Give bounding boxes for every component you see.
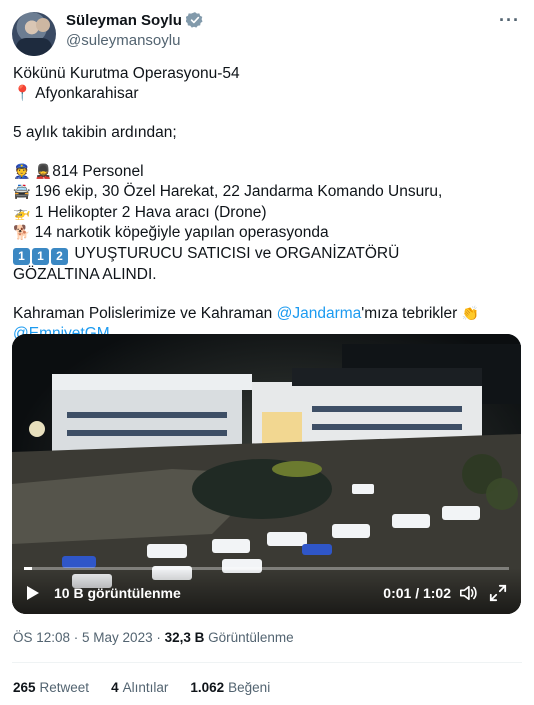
video-views: 10 B görüntülenme <box>54 585 181 601</box>
aircraft-text: 1 Helikopter 2 Hava aracı (Drone) <box>34 203 267 221</box>
clapping-hands-icon: 👏 <box>461 305 480 322</box>
likes-count: 1.062 <box>190 680 225 695</box>
police-car-icon: 🚔 <box>13 184 31 200</box>
author-name-row: Süleyman Soylu <box>66 11 204 29</box>
volume-icon[interactable] <box>459 584 477 602</box>
avatar[interactable] <box>12 12 56 56</box>
fullscreen-icon[interactable] <box>489 584 507 602</box>
mention-jandarma[interactable]: @Jandarma <box>277 305 362 322</box>
tweet-stats: 265 Retweet 4 Alıntılar 1.062 Beğeni <box>13 680 270 695</box>
result-text: UYUŞTURUCU SATICISI ve ORGANİZATÖRÜ <box>74 244 400 262</box>
video-progress-bar[interactable] <box>24 567 509 570</box>
author-display-name[interactable]: Süleyman Soylu <box>66 12 182 29</box>
tweet: Süleyman Soylu @suleymansoylu ··· Kökünü… <box>0 0 534 705</box>
teams-text: 196 ekip, 30 Özel Harekat, 22 Jandarma K… <box>34 183 443 200</box>
tweet-meta: ÖS 12:08 · 5 May 2023 · 32,3 B Görüntüle… <box>13 630 294 645</box>
tweet-line-location: 📍 Afyonkarahisar <box>13 84 523 104</box>
tweet-views-label: Görüntülenme <box>204 630 294 645</box>
verified-badge-icon <box>185 12 203 28</box>
tweet-timestamp[interactable]: ÖS 12:08 · 5 May 2023 · <box>13 630 165 645</box>
location-text: Afyonkarahisar <box>35 84 139 102</box>
police-officer-icon: 👮 <box>13 163 31 180</box>
tweet-line-aircraft: 🚁 1 Helikopter 2 Hava aracı (Drone) <box>13 203 523 224</box>
author-handle[interactable]: @suleymansoylu <box>66 32 180 49</box>
tweet-line-result: 112 UYUŞTURUCU SATICISI ve ORGANİZATÖRÜ <box>13 244 523 265</box>
play-icon[interactable] <box>26 585 40 601</box>
retweets-stat[interactable]: 265 Retweet <box>13 680 89 695</box>
service-dog-icon: 🐕 <box>13 225 31 241</box>
video-player[interactable]: 10 B görüntülenme 0:01 / 1:02 <box>12 334 521 614</box>
likes-label: Beğeni <box>228 680 271 695</box>
quotes-label: Alıntılar <box>122 680 169 695</box>
guard-icon: 💂 <box>34 163 53 180</box>
keycap-icon: 2 <box>51 247 68 265</box>
personnel-text: 814 Personel <box>52 162 144 180</box>
location-pin-icon: 📍 <box>13 84 32 102</box>
retweets-count: 265 <box>13 680 36 695</box>
tweet-line-custody: GÖZALTINA ALINDI. <box>13 265 157 283</box>
thanks-suffix: 'mıza tebrikler <box>361 304 458 322</box>
tweet-line-teams: 🚔 196 ekip, 30 Özel Harekat, 22 Jandarma… <box>13 182 523 203</box>
tweet-line-personnel: 👮 💂814 Personel <box>13 162 523 183</box>
tweet-line-tracking: 5 aylık takibin ardından; <box>13 123 177 141</box>
likes-stat[interactable]: 1.062 Beğeni <box>190 680 270 695</box>
video-progress-fill <box>24 567 32 570</box>
quotes-stat[interactable]: 4 Alıntılar <box>111 680 168 695</box>
video-time: 0:01 / 1:02 <box>383 585 451 601</box>
keycap-icon: 1 <box>13 247 30 265</box>
keycap-icon: 1 <box>32 247 49 265</box>
tweet-views-count: 32,3 B <box>164 630 205 645</box>
tweet-line-dogs: 🐕 14 narkotik köpeğiyle yapılan operasyo… <box>13 223 523 244</box>
more-options-icon[interactable]: ··· <box>499 10 520 31</box>
tweet-text: Kökünü Kurutma Operasyonu-54 📍 Afyonkara… <box>13 64 523 344</box>
helicopter-icon: 🚁 <box>13 204 31 221</box>
retweets-label: Retweet <box>39 680 90 695</box>
tweet-line-thanks: Kahraman Polislerimize ve Kahraman @Jand… <box>13 304 523 325</box>
thanks-text: Kahraman Polislerimize ve Kahraman <box>13 304 277 322</box>
quotes-count: 4 <box>111 680 119 695</box>
dogs-text: 14 narkotik köpeğiyle yapılan operasyond… <box>34 224 329 241</box>
tweet-line-title: Kökünü Kurutma Operasyonu-54 <box>13 65 240 82</box>
divider <box>12 662 522 663</box>
